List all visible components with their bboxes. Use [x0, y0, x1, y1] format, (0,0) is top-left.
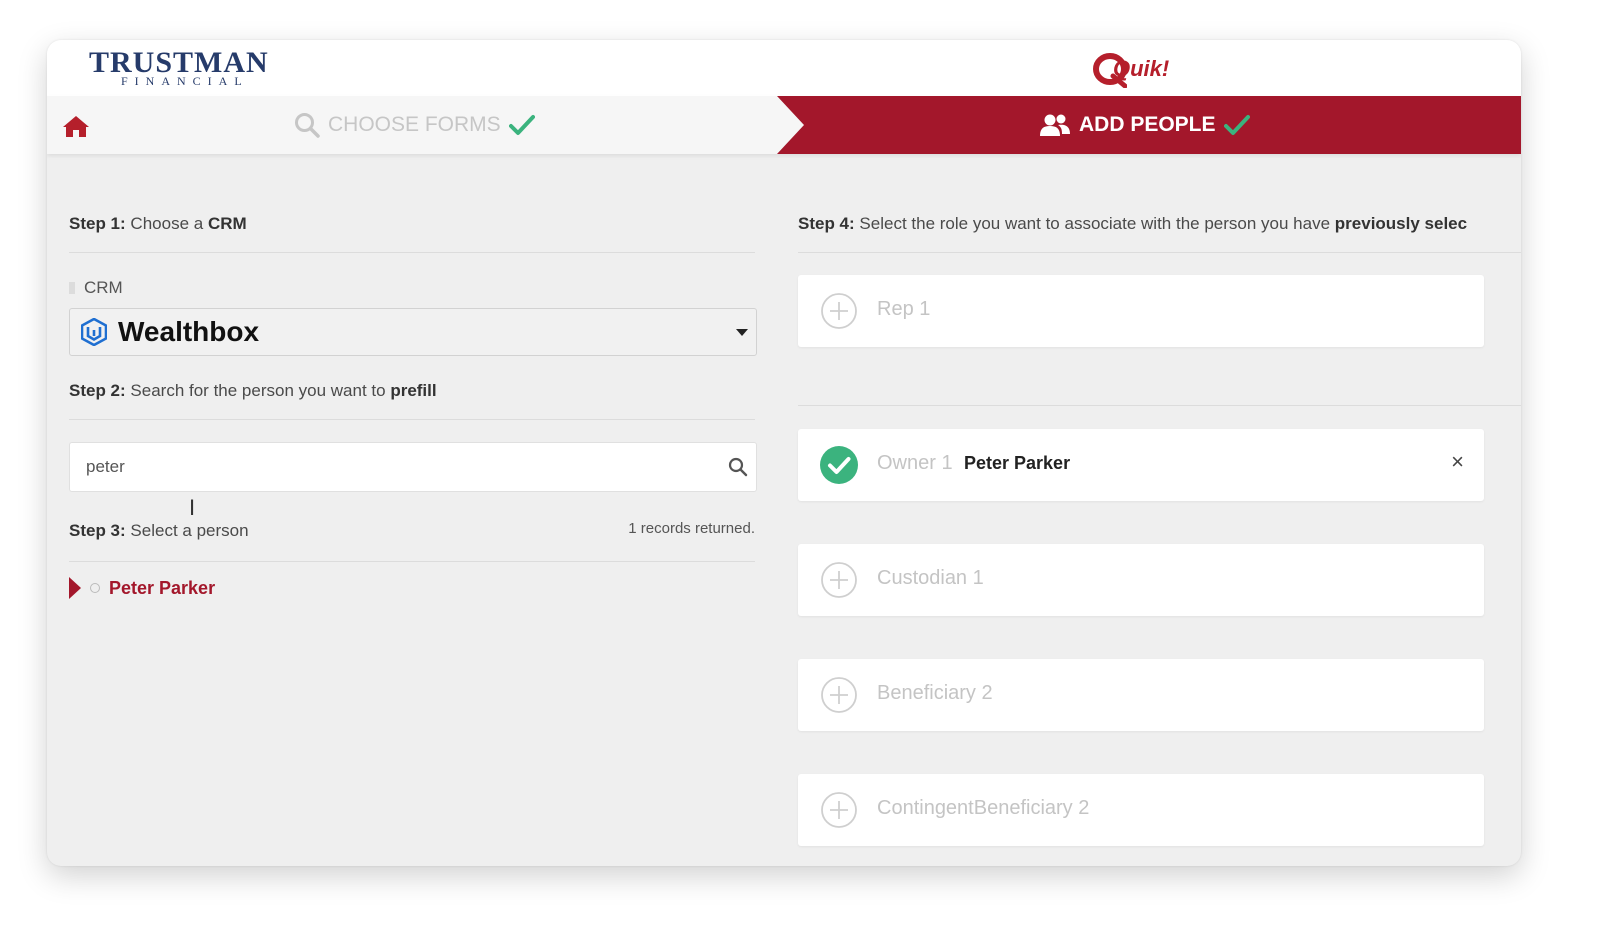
person-search-input[interactable]: [70, 443, 728, 491]
role-name: ContingentBeneficiary 2: [877, 797, 1090, 819]
crm-selected-value: Wealthbox: [118, 316, 260, 347]
result-person-name: Peter Parker: [109, 577, 216, 598]
step4-prefix: Step 4:: [798, 214, 855, 233]
role-name: Rep 1: [877, 298, 931, 320]
step1-text: Choose a: [130, 214, 204, 233]
add-circle-icon[interactable]: [820, 561, 858, 599]
crm-select[interactable]: Wealthbox: [69, 308, 757, 356]
add-circle-icon[interactable]: [820, 791, 858, 829]
step4-heading: Step 4: Select the role you want to asso…: [798, 214, 1521, 234]
tab-add-people[interactable]: ADD PEOPLE: [1039, 96, 1250, 154]
step2-heading: Step 2: Search for the person you want t…: [69, 381, 437, 401]
step2-bold: prefill: [390, 381, 437, 400]
checkmark-icon: [508, 115, 535, 135]
step4-text: Select the role you want to associate wi…: [859, 214, 1331, 233]
divider: [69, 419, 755, 420]
step3-prefix: Step 3:: [69, 521, 126, 540]
list-item[interactable]: Peter Parker: [69, 577, 215, 599]
role-name: Beneficiary 2: [877, 682, 993, 704]
step3-heading: Step 3: Select a person: [69, 521, 249, 541]
home-icon[interactable]: [62, 114, 90, 138]
role-name: Custodian 1: [877, 567, 984, 589]
users-icon: [1040, 114, 1070, 136]
search-icon: [295, 113, 320, 138]
crm-field-label: CRM: [69, 278, 123, 298]
close-icon[interactable]: ×: [1451, 449, 1464, 475]
role-card-beneficiary-2[interactable]: Beneficiary 2: [798, 659, 1484, 731]
step1-heading: Step 1: Choose a CRM: [69, 214, 247, 234]
add-circle-icon[interactable]: [820, 292, 858, 330]
expand-arrow-icon[interactable]: [69, 577, 81, 599]
role-card-rep-1[interactable]: Rep 1: [798, 275, 1484, 347]
role-card-owner-1[interactable]: Owner 1 Peter Parker ×: [798, 429, 1484, 501]
step2-text: Search for the person you want to: [130, 381, 386, 400]
crm-label-text: CRM: [84, 278, 123, 297]
role-name: Owner 1: [877, 452, 953, 474]
check-circle-icon: [820, 446, 858, 484]
role-card-custodian-1[interactable]: Custodian 1: [798, 544, 1484, 616]
progress-nav: CHOOSE FORMS ADD PEOPLE: [47, 96, 1521, 154]
step3-text: Select a person: [130, 521, 249, 540]
step2-prefix: Step 2:: [69, 381, 126, 400]
role-card-contingent-beneficiary-2[interactable]: ContingentBeneficiary 2: [798, 774, 1484, 846]
divider: [69, 252, 755, 253]
step1-prefix: Step 1:: [69, 214, 126, 233]
quik-logo-text: Quik!: [1113, 56, 1170, 81]
divider: [69, 561, 755, 562]
search-icon[interactable]: [728, 457, 748, 477]
trustman-logo: TRUSTMAN FINANCIAL: [89, 48, 299, 92]
tab-add-people-label: ADD PEOPLE: [1079, 113, 1216, 136]
checkmark-icon: [1223, 115, 1250, 135]
chevron-down-icon: [736, 329, 748, 336]
tab-choose-forms[interactable]: CHOOSE FORMS: [294, 96, 535, 154]
assigned-person-name: Peter Parker: [964, 453, 1071, 473]
tab-choose-forms-label: CHOOSE FORMS: [328, 113, 501, 136]
app-header: TRUSTMAN FINANCIAL Quik!: [47, 40, 1521, 96]
app-window: TRUSTMAN FINANCIAL Quik! CHOOSE FORMS AD…: [47, 40, 1521, 866]
add-circle-icon[interactable]: [820, 676, 858, 714]
person-search-box: [69, 442, 757, 492]
select-radio[interactable]: [90, 583, 100, 593]
wealthbox-icon: [81, 318, 107, 346]
step1-bold: CRM: [207, 214, 247, 233]
text-cursor-icon: I: [189, 495, 196, 520]
records-count: 1 records returned.: [628, 520, 755, 537]
divider: [798, 252, 1521, 253]
required-marker: [69, 282, 75, 294]
divider: [798, 405, 1521, 406]
quik-logo: Quik!: [1093, 50, 1193, 88]
step4-bold: previously selec: [1334, 214, 1468, 233]
